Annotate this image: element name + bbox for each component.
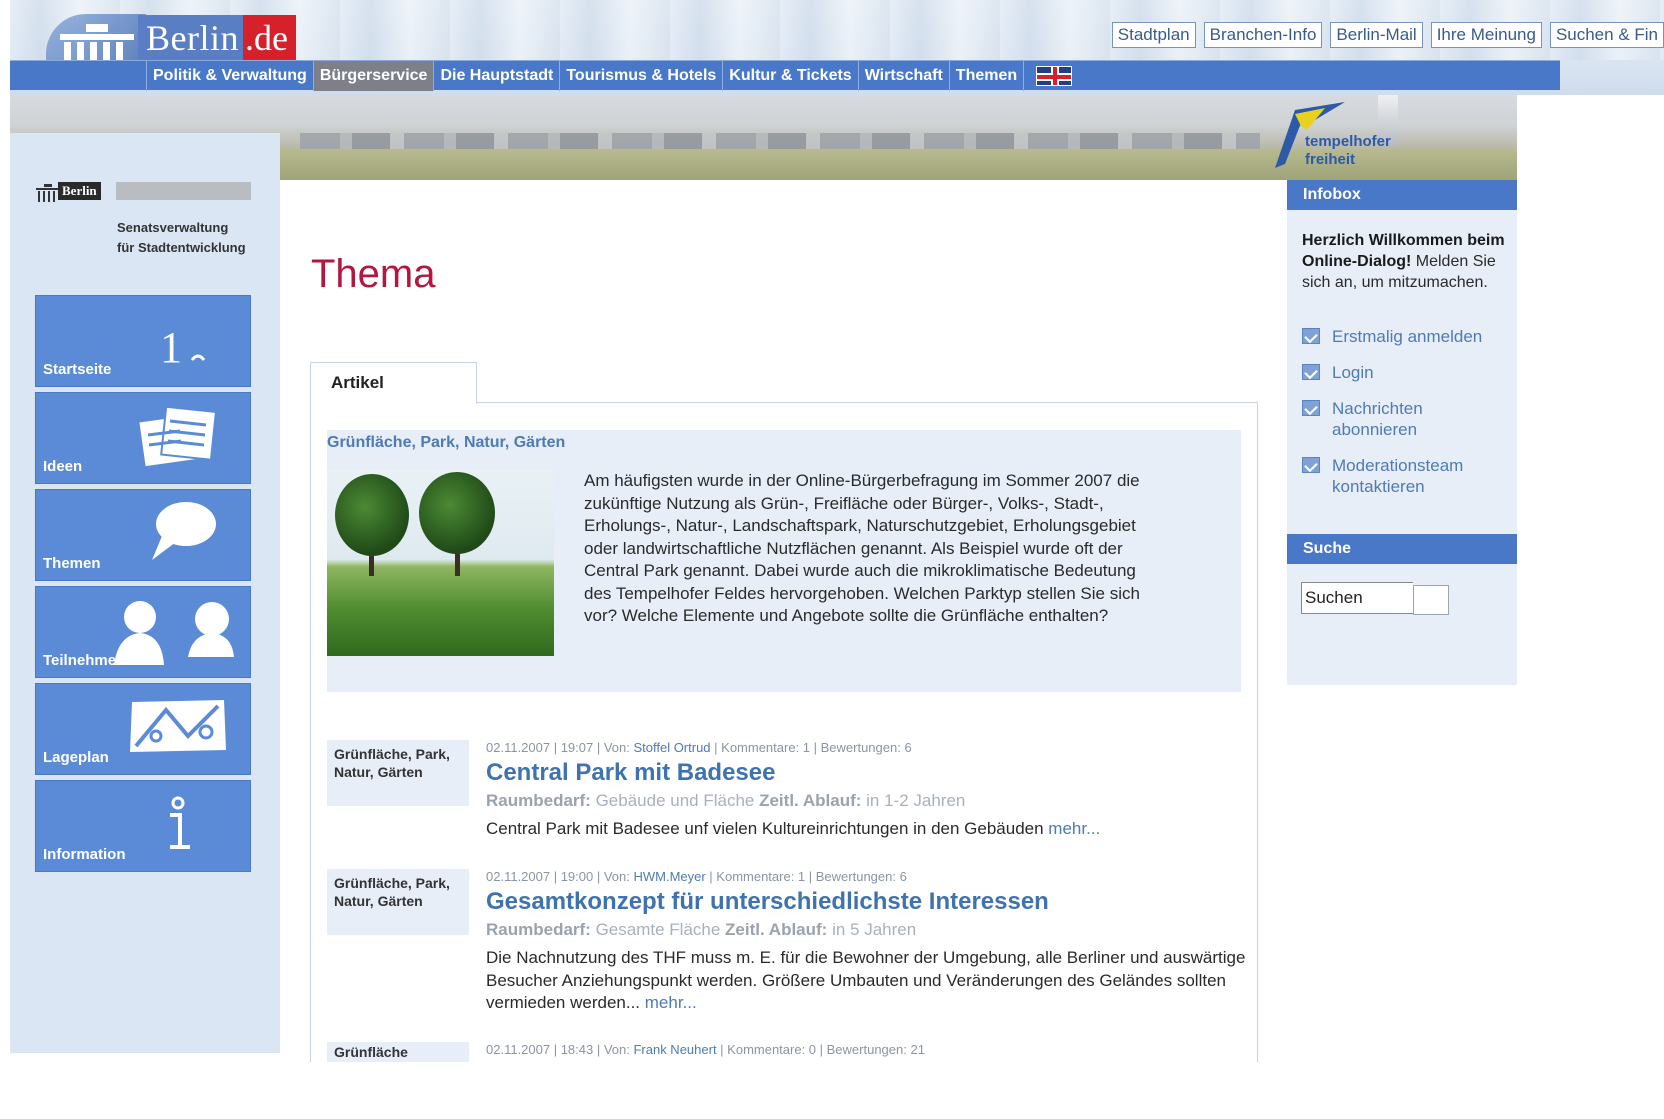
sidebar-item-information[interactable]: Information: [35, 780, 251, 872]
nav-politik[interactable]: Politik & Verwaltung: [146, 61, 313, 91]
sidebar-label-startseite: Startseite: [43, 361, 112, 378]
sidebar-item-teilnehmer[interactable]: Teilnehmer: [35, 586, 251, 678]
entry-author-link[interactable]: Stoffel Ortrud: [633, 740, 710, 755]
page-title: Thema: [311, 252, 436, 296]
logo-de-text: .de: [242, 15, 296, 61]
mini-logo-bar: [116, 182, 251, 200]
nav-hauptstadt[interactable]: Die Hauptstadt: [433, 61, 559, 91]
info-icon: [170, 796, 190, 849]
nav-themen[interactable]: Themen: [948, 61, 1023, 91]
toplink-suchen[interactable]: Suchen & Fin: [1549, 22, 1664, 48]
sidebar-label-themen: Themen: [43, 555, 101, 572]
uk-flag-icon: [1036, 66, 1073, 86]
sidebar-item-ideen[interactable]: Ideen: [35, 392, 251, 484]
people-icon: [114, 601, 234, 665]
entry-author-link[interactable]: HWM.Meyer: [633, 869, 705, 884]
checkbox-icon: [1302, 400, 1320, 416]
sidebar-label-ideen: Ideen: [43, 458, 83, 475]
sidebar-label-teilnehmer: Teilnehmer: [43, 652, 122, 669]
logo-berlin-text: Berlin: [138, 15, 243, 61]
entry-category: Grünfläche, Park, Natur, Gärten: [327, 869, 469, 935]
checkbox-icon: [1302, 328, 1320, 344]
trees-photo: [327, 470, 554, 656]
entry-title-link[interactable]: Gesamtkonzept für unterschiedlichste Int…: [486, 888, 1049, 916]
link-login[interactable]: Login: [1302, 362, 1512, 383]
entry-description: Die Nachnutzung des THF muss m. E. für d…: [486, 948, 1246, 1012]
entry-requirements: Raumbedarf: Gesamte Fläche Zeitl. Ablauf…: [486, 920, 917, 939]
banner-buildings: [300, 133, 1260, 149]
main-navbar: Politik & Verwaltung Bürgerservice Die H…: [10, 60, 1560, 91]
infobox-panel: Infobox Herzlich Willkommen beim Online-…: [1287, 180, 1517, 685]
entry-category: Grünfläche: [327, 1042, 469, 1062]
checkbox-icon: [1302, 457, 1320, 473]
mini-gate-icon: [36, 184, 60, 202]
intro-text: Am häufigsten wurde in der Online-Bürger…: [584, 471, 1140, 625]
tab-artikel[interactable]: Artikel: [310, 362, 477, 404]
senat-name: Senatsverwaltung für Stadtentwicklung: [117, 220, 246, 255]
toplink-stadtplan[interactable]: Stadtplan: [1111, 22, 1196, 48]
toplink-berlin-mail[interactable]: Berlin-Mail: [1330, 22, 1423, 48]
tempelhofer-freiheit-text: tempelhofer freiheit: [1305, 133, 1391, 168]
search-title: Suche: [1287, 534, 1517, 564]
entry-author-link[interactable]: Frank Neuhert: [633, 1042, 716, 1057]
tab-artikel-label: Artikel: [331, 373, 384, 392]
site-header: Berlin .de Stadtplan Branchen-Info Berlin…: [10, 0, 1664, 95]
more-link[interactable]: mehr...: [1048, 819, 1100, 838]
nav-kultur[interactable]: Kultur & Tickets: [722, 61, 857, 91]
intro-category[interactable]: Grünfläche, Park, Natur, Gärten: [327, 434, 565, 452]
nav-tourismus[interactable]: Tourismus & Hotels: [559, 61, 722, 91]
documents-icon: [139, 405, 218, 467]
toplink-branchen-info[interactable]: Branchen-Info: [1203, 22, 1323, 48]
speech-bubble-icon: [152, 502, 216, 560]
infobox-links: Erstmalig anmelden Login Nachrichten abo…: [1302, 326, 1512, 512]
mini-logo-berlin: Berlin: [58, 182, 101, 200]
nav-english[interactable]: [1023, 61, 1084, 91]
sidebar-item-themen[interactable]: Themen: [35, 489, 251, 581]
side-navigation: 1 Startseite Ideen Themen Teilnehmer Lag…: [35, 295, 251, 877]
nav-buergerservice[interactable]: Bürgerservice: [312, 61, 434, 91]
svg-text:1: 1: [160, 324, 182, 368]
sidebar-label-lageplan: Lageplan: [43, 749, 109, 766]
nav-wirtschaft[interactable]: Wirtschaft: [857, 61, 949, 91]
entry-description: Central Park mit Badesee unf vielen Kult…: [486, 819, 1101, 838]
sidebar-item-startseite[interactable]: 1 Startseite: [35, 295, 251, 387]
infobox-title: Infobox: [1287, 180, 1517, 210]
search-input[interactable]: [1301, 582, 1413, 614]
more-link[interactable]: mehr...: [645, 993, 697, 1012]
map-icon: [130, 700, 226, 752]
checkbox-icon: [1302, 364, 1320, 380]
entry-requirements: Raumbedarf: Gebäude und Fläche Zeitl. Ab…: [486, 791, 966, 810]
link-moderationsteam[interactable]: Moderationsteam kontaktieren: [1302, 455, 1512, 497]
home-icon: 1: [160, 324, 206, 368]
entry-category: Grünfläche, Park, Natur, Gärten: [327, 740, 469, 806]
topic-intro: Grünfläche, Park, Natur, Gärten Am häufi…: [327, 430, 1241, 692]
search-button[interactable]: [1413, 585, 1449, 615]
welcome-text: Herzlich Willkommen beim Online-Dialog! …: [1302, 232, 1505, 291]
entry-title-link[interactable]: Central Park mit Badesee: [486, 759, 775, 787]
sidebar-label-information: Information: [43, 846, 126, 863]
entry-meta: 02.11.2007 | 19:00 | Von: HWM.Meyer | Ko…: [486, 869, 907, 884]
link-erstmalig-anmelden[interactable]: Erstmalig anmelden: [1302, 326, 1512, 347]
toplink-ihre-meinung[interactable]: Ihre Meinung: [1430, 22, 1542, 48]
sidebar-item-lageplan[interactable]: Lageplan: [35, 683, 251, 775]
top-links: Stadtplan Branchen-Info Berlin-Mail Ihre…: [1111, 22, 1664, 48]
entry-meta: 02.11.2007 | 18:43 | Von: Frank Neuhert …: [486, 1042, 925, 1057]
entry-meta: 02.11.2007 | 19:07 | Von: Stoffel Ortrud…: [486, 740, 912, 755]
link-nachrichten-abonnieren[interactable]: Nachrichten abonnieren: [1302, 398, 1512, 440]
senat-logo: Berlin: [36, 182, 251, 202]
